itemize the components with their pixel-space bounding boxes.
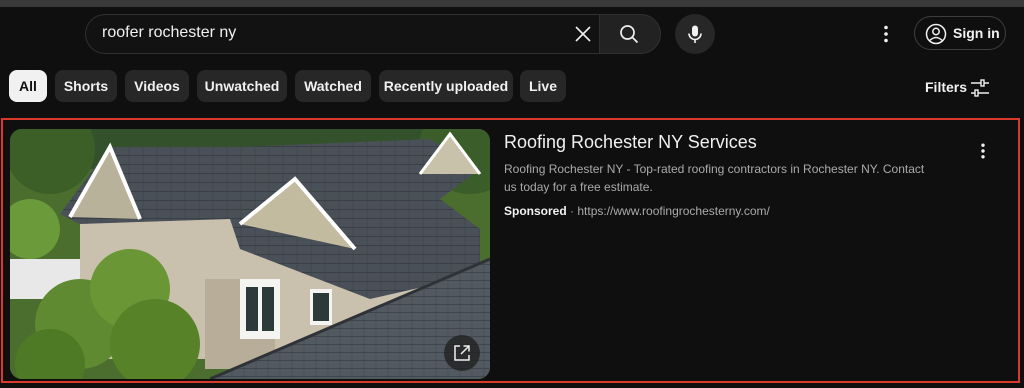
chip-videos[interactable]: Videos [125, 70, 189, 102]
more-vert-icon [981, 143, 985, 159]
sign-in-label: Sign in [953, 25, 1000, 41]
chip-watched[interactable]: Watched [295, 70, 371, 102]
chip-unwatched[interactable]: Unwatched [197, 70, 287, 102]
top-border-strip [0, 0, 1024, 7]
ad-more-button[interactable] [973, 140, 993, 162]
chip-shorts[interactable]: Shorts [55, 70, 117, 102]
ad-title[interactable]: Roofing Rochester NY Services [504, 132, 757, 153]
search-icon [620, 25, 639, 44]
filters-label: Filters [925, 79, 968, 95]
ad-thumbnail[interactable] [10, 129, 490, 379]
house-roof-image [10, 129, 490, 379]
sponsored-label: Sponsored [504, 204, 567, 218]
chip-live[interactable]: Live [520, 70, 566, 102]
sign-in-button[interactable]: Sign in [914, 16, 1006, 50]
more-vert-icon [884, 25, 888, 43]
chip-all[interactable]: All [9, 70, 47, 102]
tune-icon [971, 79, 989, 97]
account-circle-icon [925, 23, 947, 45]
open-link-button[interactable] [444, 335, 480, 371]
meta-separator: · [570, 204, 575, 218]
voice-search-button[interactable] [675, 14, 715, 54]
search-input[interactable]: roofer rochester ny [85, 14, 600, 54]
mic-icon [688, 25, 702, 43]
ad-meta: Sponsored · https://www.roofingrochester… [504, 204, 770, 218]
close-icon[interactable] [572, 23, 594, 45]
search-bar: roofer rochester ny [85, 14, 661, 54]
chip-recently-uploaded[interactable]: Recently uploaded [379, 70, 513, 102]
search-button[interactable] [599, 14, 661, 54]
sponsored-ad-card: Roofing Rochester NY Services Roofing Ro… [1, 118, 1020, 383]
search-query: roofer rochester ny [102, 24, 237, 41]
ad-url[interactable]: https://www.roofingrochesterny.com/ [577, 204, 770, 218]
settings-more-button[interactable] [874, 20, 900, 48]
ad-description: Roofing Rochester NY - Top-rated roofing… [504, 162, 925, 194]
open-external-icon [454, 345, 470, 361]
